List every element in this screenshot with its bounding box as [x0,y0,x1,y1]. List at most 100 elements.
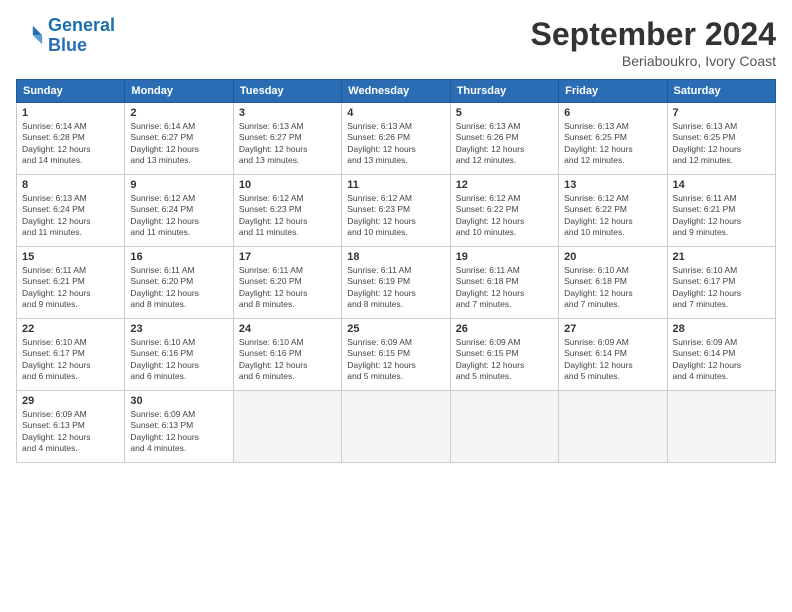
day-info: Sunrise: 6:09 AM Sunset: 6:14 PM Dayligh… [673,337,770,383]
logo: General Blue [16,16,115,56]
day-number: 18 [347,251,444,263]
day-info: Sunrise: 6:13 AM Sunset: 6:25 PM Dayligh… [564,121,661,167]
day-number: 11 [347,179,444,191]
day-number: 9 [130,179,227,191]
calendar-cell: 6 Sunrise: 6:13 AM Sunset: 6:25 PM Daylig… [559,103,667,175]
day-info: Sunrise: 6:12 AM Sunset: 6:23 PM Dayligh… [239,193,336,239]
day-info: Sunrise: 6:12 AM Sunset: 6:23 PM Dayligh… [347,193,444,239]
calendar-cell: 7 Sunrise: 6:13 AM Sunset: 6:25 PM Daylig… [667,103,775,175]
day-number: 27 [564,323,661,335]
day-info: Sunrise: 6:13 AM Sunset: 6:25 PM Dayligh… [673,121,770,167]
calendar-cell: 19 Sunrise: 6:11 AM Sunset: 6:18 PM Dayli… [450,247,558,319]
calendar-cell: 21 Sunrise: 6:10 AM Sunset: 6:17 PM Dayli… [667,247,775,319]
calendar-cell: 2Sunrise: 6:14 AM Sunset: 6:27 PM Daylig… [125,103,233,175]
calendar-week-4: 22 Sunrise: 6:10 AM Sunset: 6:17 PM Dayli… [17,319,776,391]
calendar-cell: 1 Sunrise: 6:14 AM Sunset: 6:28 PM Daylig… [17,103,125,175]
calendar-cell: 29 Sunrise: 6:09 AM Sunset: 6:13 PM Dayli… [17,391,125,463]
calendar-cell [667,391,775,463]
day-info: Sunrise: 6:10 AM Sunset: 6:17 PM Dayligh… [673,265,770,311]
calendar-cell: 14 Sunrise: 6:11 AM Sunset: 6:21 PM Dayli… [667,175,775,247]
day-info: Sunrise: 6:09 AM Sunset: 6:13 PM Dayligh… [22,409,119,455]
day-number: 10 [239,179,336,191]
day-info: Sunrise: 6:09 AM Sunset: 6:15 PM Dayligh… [456,337,553,383]
day-number: 19 [456,251,553,263]
day-info: Sunrise: 6:13 AM Sunset: 6:26 PM Dayligh… [456,121,553,167]
day-number: 22 [22,323,119,335]
header-saturday: Saturday [667,80,775,103]
calendar-cell: 27 Sunrise: 6:09 AM Sunset: 6:14 PM Dayli… [559,319,667,391]
calendar-cell: 23Sunrise: 6:10 AM Sunset: 6:16 PM Dayli… [125,319,233,391]
calendar-cell [342,391,450,463]
day-number: 17 [239,251,336,263]
calendar-cell: 3 Sunrise: 6:13 AM Sunset: 6:27 PM Daylig… [233,103,341,175]
day-number: 20 [564,251,661,263]
calendar-cell: 9 Sunrise: 6:12 AM Sunset: 6:24 PM Daylig… [125,175,233,247]
header-row: Sunday Monday Tuesday Wednesday Thursday… [17,80,776,103]
day-number: 1 [22,107,119,119]
calendar-cell [233,391,341,463]
day-info: Sunrise: 6:14 AM Sunset: 6:28 PM Dayligh… [22,121,119,167]
calendar-cell: 12 Sunrise: 6:12 AM Sunset: 6:22 PM Dayli… [450,175,558,247]
calendar-cell: 13 Sunrise: 6:12 AM Sunset: 6:22 PM Dayli… [559,175,667,247]
day-number: 28 [673,323,770,335]
calendar-cell: 24 Sunrise: 6:10 AM Sunset: 6:16 PM Dayli… [233,319,341,391]
page: General Blue September 2024 Beriaboukro,… [0,0,792,612]
day-info: Sunrise: 6:13 AM Sunset: 6:24 PM Dayligh… [22,193,119,239]
calendar-cell: 28 Sunrise: 6:09 AM Sunset: 6:14 PM Dayli… [667,319,775,391]
day-number: 21 [673,251,770,263]
day-info: Sunrise: 6:13 AM Sunset: 6:27 PM Dayligh… [239,121,336,167]
day-info: Sunrise: 6:11 AM Sunset: 6:18 PM Dayligh… [456,265,553,311]
day-number: 15 [22,251,119,263]
logo-line1: General [48,15,115,35]
day-info: Sunrise: 6:11 AM Sunset: 6:20 PM Dayligh… [130,265,227,311]
calendar-week-3: 15 Sunrise: 6:11 AM Sunset: 6:21 PM Dayli… [17,247,776,319]
day-info: Sunrise: 6:11 AM Sunset: 6:21 PM Dayligh… [673,193,770,239]
location: Beriaboukro, Ivory Coast [531,53,776,69]
day-number: 26 [456,323,553,335]
day-info: Sunrise: 6:12 AM Sunset: 6:22 PM Dayligh… [564,193,661,239]
day-info: Sunrise: 6:14 AM Sunset: 6:27 PM Dayligh… [130,121,227,167]
day-number: 3 [239,107,336,119]
day-info: Sunrise: 6:09 AM Sunset: 6:15 PM Dayligh… [347,337,444,383]
calendar-week-5: 29 Sunrise: 6:09 AM Sunset: 6:13 PM Dayli… [17,391,776,463]
calendar-cell: 25 Sunrise: 6:09 AM Sunset: 6:15 PM Dayli… [342,319,450,391]
calendar-cell: 8 Sunrise: 6:13 AM Sunset: 6:24 PM Daylig… [17,175,125,247]
day-number: 29 [22,395,119,407]
day-number: 6 [564,107,661,119]
logo-text: General Blue [48,16,115,56]
header-monday: Monday [125,80,233,103]
title-block: September 2024 Beriaboukro, Ivory Coast [531,16,776,69]
header-thursday: Thursday [450,80,558,103]
logo-line2: Blue [48,35,87,55]
calendar-cell [559,391,667,463]
header-sunday: Sunday [17,80,125,103]
day-number: 4 [347,107,444,119]
month-title: September 2024 [531,16,776,53]
day-number: 14 [673,179,770,191]
day-info: Sunrise: 6:11 AM Sunset: 6:21 PM Dayligh… [22,265,119,311]
day-info: Sunrise: 6:10 AM Sunset: 6:16 PM Dayligh… [239,337,336,383]
calendar-cell: 17Sunrise: 6:11 AM Sunset: 6:20 PM Dayli… [233,247,341,319]
day-info: Sunrise: 6:12 AM Sunset: 6:22 PM Dayligh… [456,193,553,239]
day-number: 12 [456,179,553,191]
day-number: 13 [564,179,661,191]
calendar-cell: 22 Sunrise: 6:10 AM Sunset: 6:17 PM Dayli… [17,319,125,391]
day-info: Sunrise: 6:09 AM Sunset: 6:14 PM Dayligh… [564,337,661,383]
calendar-cell: 4Sunrise: 6:13 AM Sunset: 6:26 PM Daylig… [342,103,450,175]
header-wednesday: Wednesday [342,80,450,103]
logo-icon [16,22,44,50]
calendar-week-2: 8 Sunrise: 6:13 AM Sunset: 6:24 PM Daylig… [17,175,776,247]
day-number: 24 [239,323,336,335]
day-info: Sunrise: 6:10 AM Sunset: 6:17 PM Dayligh… [22,337,119,383]
calendar-cell: 30Sunrise: 6:09 AM Sunset: 6:13 PM Dayli… [125,391,233,463]
calendar-cell [450,391,558,463]
day-number: 25 [347,323,444,335]
day-number: 8 [22,179,119,191]
calendar-cell: 10 Sunrise: 6:12 AM Sunset: 6:23 PM Dayli… [233,175,341,247]
calendar-cell: 18Sunrise: 6:11 AM Sunset: 6:19 PM Dayli… [342,247,450,319]
day-number: 7 [673,107,770,119]
day-info: Sunrise: 6:12 AM Sunset: 6:24 PM Dayligh… [130,193,227,239]
header: General Blue September 2024 Beriaboukro,… [16,16,776,69]
day-number: 16 [130,251,227,263]
calendar-cell: 15 Sunrise: 6:11 AM Sunset: 6:21 PM Dayli… [17,247,125,319]
